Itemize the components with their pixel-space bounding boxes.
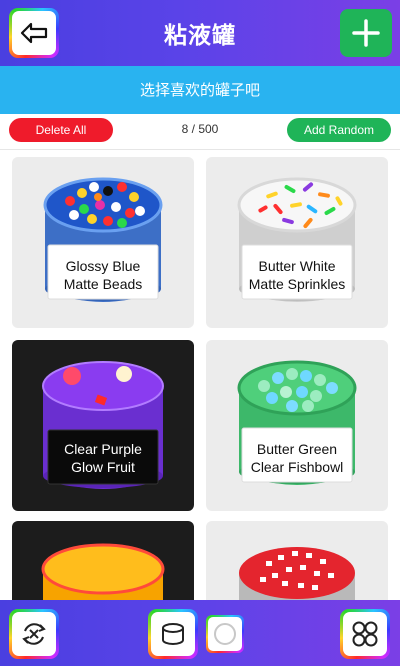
jar-image — [43, 177, 163, 302]
jar-label: Butter Green Clear Fishbowl — [242, 431, 352, 485]
jar-name-line1: Clear Purple — [64, 441, 142, 457]
jar-name-line2: Clear Fishbowl — [250, 459, 344, 475]
circle-icon — [214, 623, 236, 645]
jar-image — [41, 543, 165, 600]
add-random-button[interactable]: Add Random — [287, 118, 391, 142]
jar-label: Butter White Matte Sprinkles — [242, 248, 352, 302]
jar-image — [42, 361, 164, 489]
jar-name-line2: Glow Fruit — [71, 459, 135, 475]
grid-icon — [352, 621, 378, 647]
jar-image — [237, 360, 357, 485]
jar-image — [239, 547, 355, 600]
grid-button[interactable] — [340, 609, 390, 659]
jar-name-line1: Butter White — [258, 258, 336, 274]
jar-card[interactable] — [12, 521, 194, 600]
jar-card[interactable]: Clear Purple Glow Fruit — [12, 340, 194, 511]
jar-card[interactable] — [206, 521, 388, 600]
app-header: 粘液罐 — [0, 0, 400, 66]
jar-grid: Glossy Blue Matte Beads Butter White Mat… — [0, 150, 400, 600]
bottom-toolbar — [0, 600, 400, 666]
jar-icon — [162, 623, 184, 645]
shuffle-button[interactable] — [9, 609, 59, 659]
jar-name-line1: Butter Green — [256, 441, 338, 457]
jar-card[interactable]: Glossy Blue Matte Beads — [12, 157, 194, 328]
instruction-banner: 选择喜欢的罐子吧 — [0, 66, 400, 114]
jar-name-line1: Glossy Blue — [65, 258, 141, 274]
jar-button[interactable] — [148, 609, 198, 659]
jar-card[interactable]: Butter White Matte Sprinkles — [206, 157, 388, 328]
add-button[interactable] — [340, 9, 392, 57]
jar-name-line2: Matte Beads — [63, 276, 143, 292]
jar-image — [237, 177, 357, 302]
controls-bar: Delete All 8 / 500 Add Random — [0, 114, 400, 150]
jar-count: 8 / 500 — [181, 122, 219, 136]
circle-button[interactable] — [206, 615, 244, 653]
jar-name-line2: Matte Sprinkles — [248, 276, 346, 292]
jar-label: Glossy Blue Matte Beads — [48, 248, 158, 302]
plus-icon — [352, 19, 380, 47]
jar-label: Clear Purple Glow Fruit — [48, 431, 158, 485]
delete-all-button[interactable]: Delete All — [9, 118, 113, 142]
shuffle-icon — [22, 623, 46, 645]
jar-card[interactable]: Butter Green Clear Fishbowl — [206, 340, 388, 511]
